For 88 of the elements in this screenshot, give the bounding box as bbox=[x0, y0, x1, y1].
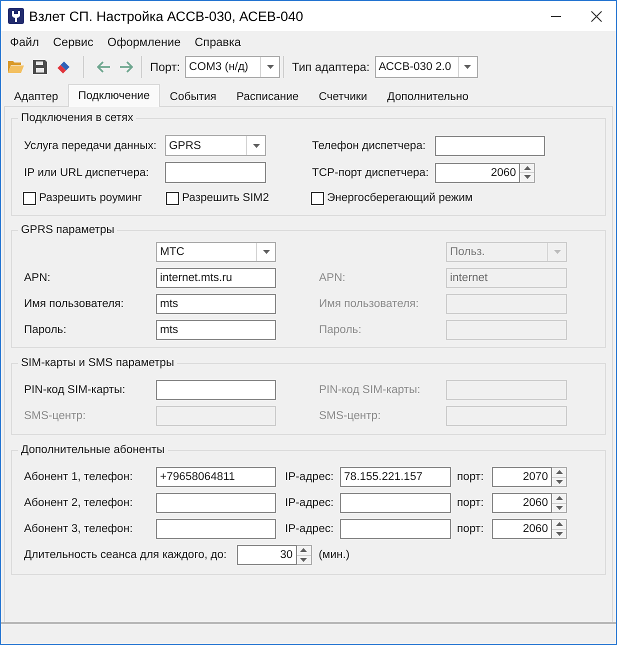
field-label: порт: bbox=[456, 471, 485, 483]
tab[interactable]: Адаптер bbox=[4, 86, 68, 106]
spin-down-icon[interactable] bbox=[556, 532, 562, 536]
tab[interactable]: Дополнительно bbox=[377, 86, 478, 106]
text-field[interactable]: mts bbox=[156, 320, 276, 340]
field-label: Услуга передачи данных: bbox=[24, 140, 158, 152]
ip-address-field[interactable] bbox=[340, 519, 451, 539]
field-label: порт: bbox=[456, 523, 485, 535]
checkbox-label: Разрешить SIM2 bbox=[182, 192, 269, 204]
unit-label: (мин.) bbox=[318, 549, 350, 561]
field-label: Пароль: bbox=[24, 324, 68, 336]
address-field[interactable] bbox=[165, 162, 266, 183]
window-title: Взлет СП. Настройка АССВ-030, АСЕВ-040 bbox=[29, 8, 304, 24]
spin-up-icon[interactable] bbox=[524, 166, 530, 170]
caret-down-icon bbox=[464, 65, 472, 69]
port-field[interactable]: 2070 bbox=[492, 467, 552, 487]
checkbox[interactable] bbox=[23, 192, 36, 204]
tab[interactable]: Расписание bbox=[226, 86, 309, 106]
text-field[interactable] bbox=[156, 380, 276, 400]
field-label: Абонент 3, телефон: bbox=[24, 523, 134, 535]
close-icon[interactable] bbox=[591, 10, 602, 22]
data-service-dropdown[interactable]: GPRS bbox=[165, 135, 266, 156]
spin-down-icon[interactable] bbox=[524, 175, 530, 180]
spin-down-icon[interactable] bbox=[556, 506, 562, 510]
field-label: IP-адрес: bbox=[284, 471, 335, 483]
field-label: APN: bbox=[24, 272, 52, 284]
port-field[interactable]: 2060 bbox=[492, 493, 552, 513]
wrench-icon bbox=[8, 8, 24, 24]
checkbox-label: Энергосберегающий режим bbox=[327, 192, 473, 204]
group-title: SIM-карты и SMS параметры bbox=[20, 356, 176, 370]
field-label: Имя пользователя: bbox=[319, 298, 420, 310]
text-field[interactable]: internet.mts.ru bbox=[156, 268, 276, 288]
menu-item[interactable]: Справка bbox=[188, 35, 248, 49]
field-label: SMS-центр: bbox=[319, 410, 382, 422]
adapter-type-label: Тип адаптера: bbox=[292, 60, 370, 74]
spin-up-icon[interactable] bbox=[556, 496, 562, 500]
spin-up-icon[interactable] bbox=[300, 548, 308, 552]
spin-up-icon[interactable] bbox=[556, 522, 562, 526]
field-label: TCP-порт диспетчера: bbox=[312, 166, 430, 178]
tab[interactable]: События bbox=[160, 86, 226, 106]
phone-field[interactable]: +79658064811 bbox=[156, 467, 276, 487]
field-label: IP-адрес: bbox=[284, 523, 335, 535]
ip-address-field[interactable]: 78.155.221.157 bbox=[340, 467, 451, 487]
phone-field[interactable] bbox=[156, 519, 276, 539]
port-dropdown[interactable]: COM3 (н/д) bbox=[185, 56, 280, 78]
caret-down-icon bbox=[262, 250, 270, 254]
checkbox[interactable] bbox=[311, 192, 324, 204]
field-label: PIN-код SIM-карты: bbox=[24, 384, 126, 396]
field-label: APN: bbox=[319, 272, 346, 284]
field-label: Пароль: bbox=[319, 324, 362, 336]
field-label: порт: bbox=[456, 497, 485, 509]
caret-down-icon bbox=[266, 65, 274, 69]
caret-down-icon bbox=[252, 144, 260, 148]
spin-down-icon[interactable] bbox=[300, 558, 308, 562]
field-label: Абонент 1, телефон: bbox=[24, 471, 134, 483]
field-label: Абонент 2, телефон: bbox=[24, 497, 134, 509]
group-title: Дополнительные абоненты bbox=[20, 443, 166, 457]
field-label: SMS-центр: bbox=[24, 410, 87, 422]
field-label: PIN-код SIM-карты: bbox=[319, 384, 422, 396]
field-label: IP-адрес: bbox=[284, 497, 335, 509]
menu-item[interactable]: Сервис bbox=[46, 35, 100, 49]
port-field[interactable]: 2060 bbox=[435, 162, 520, 182]
ip-address-field[interactable] bbox=[340, 493, 451, 513]
field-label: Имя пользователя: bbox=[24, 298, 125, 310]
spin-down-icon[interactable] bbox=[556, 480, 562, 484]
duration-field[interactable]: 30 bbox=[236, 545, 297, 565]
port-field[interactable]: 2060 bbox=[492, 519, 552, 539]
menu-item[interactable]: Файл bbox=[3, 35, 46, 49]
group-title: Подключения в сетях bbox=[20, 111, 134, 125]
caret-down-icon bbox=[554, 250, 560, 254]
operator-dropdown[interactable]: МТС bbox=[156, 242, 276, 262]
port-label: Порт: bbox=[150, 60, 180, 74]
checkbox[interactable] bbox=[166, 192, 179, 204]
group-title: GPRS параметры bbox=[20, 223, 116, 237]
spin-up-icon[interactable] bbox=[556, 470, 562, 474]
text-field[interactable]: mts bbox=[156, 294, 276, 314]
tab[interactable]: Счетчики bbox=[308, 86, 378, 106]
tab[interactable]: Подключение bbox=[68, 84, 160, 107]
save-icon[interactable] bbox=[33, 60, 47, 74]
field-label: Телефон диспетчера: bbox=[312, 140, 427, 152]
adapter-type-dropdown[interactable]: АССВ-030 2.0 bbox=[374, 56, 478, 78]
menu-item[interactable]: Оформление bbox=[100, 35, 188, 49]
field-label: Длительность сеанса для каждого, до: bbox=[24, 549, 227, 561]
field-label: IP или URL диспетчера: bbox=[24, 166, 150, 178]
checkbox-label: Разрешить роуминг bbox=[39, 192, 142, 204]
eraser-icon[interactable] bbox=[56, 60, 71, 74]
phone-field[interactable] bbox=[156, 493, 276, 513]
phone-field[interactable] bbox=[435, 136, 545, 156]
